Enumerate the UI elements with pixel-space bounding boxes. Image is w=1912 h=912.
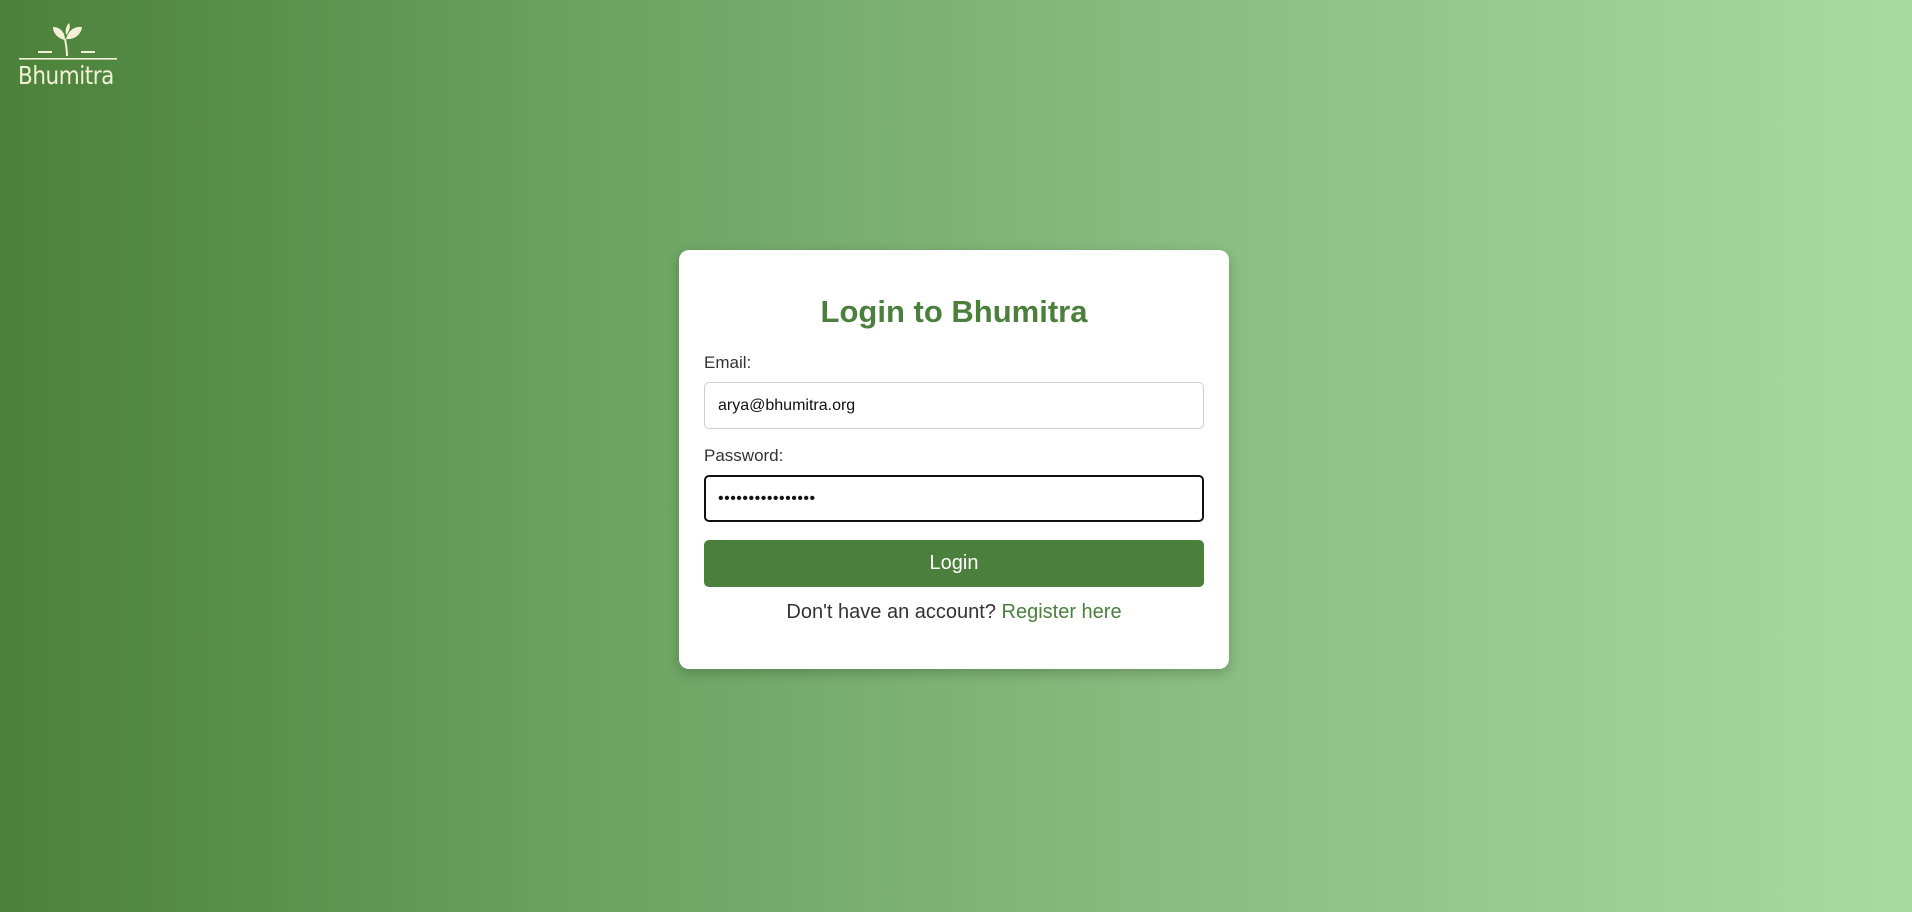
login-button[interactable]: Login [704,540,1204,587]
password-label: Password: [704,446,784,465]
email-field[interactable] [704,382,1204,429]
brand-name: Bhumitra [18,61,114,90]
register-link[interactable]: Register here [1002,601,1122,623]
register-prompt: Don't have an account? Register here [679,600,1229,624]
brand-logo[interactable]: Bhumitra [18,22,118,92]
register-prompt-text: Don't have an account? [786,601,996,623]
login-title: Login to Bhumitra [820,294,1088,329]
email-label: Email: [704,353,752,372]
login-card: Login to Bhumitra Email: Password: Login… [679,250,1229,669]
password-field[interactable] [704,475,1204,522]
sprout-icon [19,23,117,60]
